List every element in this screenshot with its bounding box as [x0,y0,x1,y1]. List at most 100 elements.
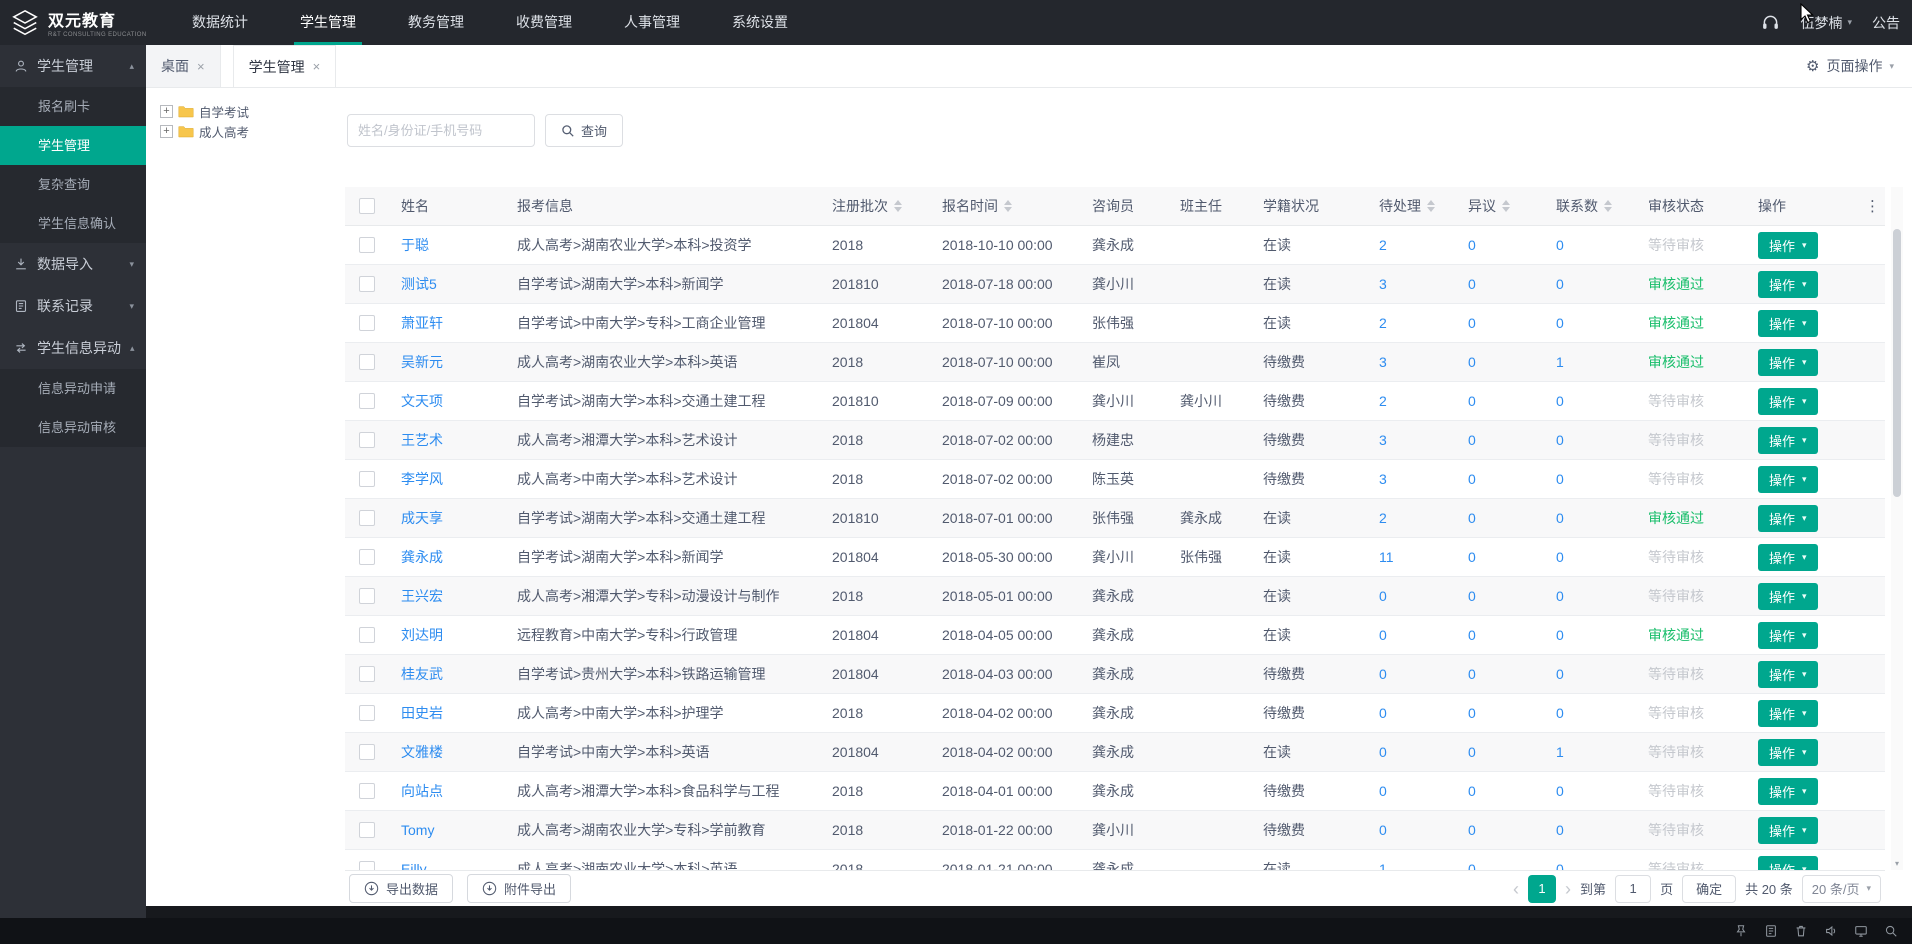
row-action-button[interactable]: 操作 ▾ [1758,700,1818,727]
pending-count-link[interactable]: 2 [1379,237,1387,253]
sidebar-item-enroll-swipe[interactable]: 报名刷卡 [0,87,146,126]
goto-page-input[interactable] [1615,875,1651,903]
dispute-count-link[interactable]: 0 [1468,276,1476,292]
row-checkbox[interactable] [359,783,375,799]
close-icon[interactable]: × [313,59,321,74]
column-header-register-batch[interactable]: 注册批次 [820,196,930,216]
export-data-button[interactable]: 导出数据 [349,874,453,903]
row-action-button[interactable]: 操作 ▾ [1758,466,1818,493]
scrollbar-down-icon[interactable]: ▾ [1891,859,1903,868]
dispute-count-link[interactable]: 0 [1468,783,1476,799]
dispute-count-link[interactable]: 0 [1468,510,1476,526]
row-action-button[interactable]: 操作 ▾ [1758,817,1818,844]
scrollbar-thumb[interactable] [1893,229,1901,497]
dispute-count-link[interactable]: 0 [1468,705,1476,721]
pending-count-link[interactable]: 0 [1379,705,1387,721]
student-name-link[interactable]: Tomy [401,822,434,838]
page-operations-button[interactable]: ⚙ 页面操作 ▾ [1788,45,1912,87]
row-checkbox[interactable] [359,666,375,682]
pending-count-link[interactable]: 2 [1379,393,1387,409]
page-number-current[interactable]: 1 [1528,875,1556,903]
row-checkbox[interactable] [359,471,375,487]
contact-count-link[interactable]: 0 [1556,393,1564,409]
notice-link[interactable]: 公告 [1872,13,1900,33]
row-checkbox[interactable] [359,393,375,409]
export-attachment-button[interactable]: 附件导出 [467,874,571,903]
sidebar-group-1[interactable]: 学生管理▴ [0,45,146,87]
row-checkbox[interactable] [359,510,375,526]
student-name-link[interactable]: 吴新元 [401,352,443,372]
contact-count-link[interactable]: 0 [1556,549,1564,565]
row-checkbox[interactable] [359,237,375,253]
contact-count-link[interactable]: 0 [1556,861,1564,870]
contact-count-link[interactable]: 0 [1556,276,1564,292]
column-header-contact-count[interactable]: 联系数 [1544,196,1636,216]
pending-count-link[interactable]: 2 [1379,315,1387,331]
row-action-button[interactable]: 操作 ▾ [1758,544,1818,571]
dispute-count-link[interactable]: 0 [1468,822,1476,838]
row-checkbox[interactable] [359,627,375,643]
pending-count-link[interactable]: 11 [1379,549,1394,565]
contact-count-link[interactable]: 0 [1556,627,1564,643]
column-header-signup-time[interactable]: 报名时间 [930,196,1080,216]
contact-count-link[interactable]: 1 [1556,744,1564,760]
row-action-button[interactable]: 操作 ▾ [1758,856,1818,871]
dispute-count-link[interactable]: 0 [1468,393,1476,409]
next-page-icon[interactable]: › [1565,880,1571,898]
contact-count-link[interactable]: 0 [1556,432,1564,448]
user-menu[interactable]: 伍梦楠 ▾ [1800,13,1852,33]
contact-count-link[interactable]: 0 [1556,237,1564,253]
column-header-pending[interactable]: 待处理 [1367,196,1456,216]
close-icon[interactable]: × [197,59,205,74]
sort-icon[interactable] [1604,200,1612,212]
contact-count-link[interactable]: 0 [1556,705,1564,721]
row-checkbox[interactable] [359,822,375,838]
dispute-count-link[interactable]: 0 [1468,237,1476,253]
student-name-link[interactable]: 刘达明 [401,625,443,645]
dispute-count-link[interactable]: 0 [1468,549,1476,565]
pending-count-link[interactable]: 0 [1379,666,1387,682]
pending-count-link[interactable]: 3 [1379,471,1387,487]
pending-count-link[interactable]: 0 [1379,588,1387,604]
pending-count-link[interactable]: 2 [1379,510,1387,526]
row-checkbox[interactable] [359,588,375,604]
expand-icon[interactable]: + [160,105,173,118]
nav-item-academic-management[interactable]: 教务管理 [382,0,490,45]
row-action-button[interactable]: 操作 ▾ [1758,349,1818,376]
student-name-link[interactable]: 王艺术 [401,430,443,450]
sidebar-item-student-management[interactable]: 学生管理 [0,126,146,165]
row-checkbox[interactable] [359,276,375,292]
student-name-link[interactable]: 文天项 [401,391,443,411]
sidebar-group-3[interactable]: 联系记录▾ [0,285,146,327]
contact-count-link[interactable]: 0 [1556,666,1564,682]
row-action-button[interactable]: 操作 ▾ [1758,622,1818,649]
row-action-button[interactable]: 操作 ▾ [1758,232,1818,259]
contact-count-link[interactable]: 0 [1556,588,1564,604]
contact-count-link[interactable]: 0 [1556,471,1564,487]
row-action-button[interactable]: 操作 ▾ [1758,778,1818,805]
search-input[interactable] [347,114,535,147]
tray-volume-icon[interactable] [1824,924,1838,938]
expand-icon[interactable]: + [160,125,173,138]
dispute-count-link[interactable]: 0 [1468,471,1476,487]
student-name-link[interactable]: 王兴宏 [401,586,443,606]
row-action-button[interactable]: 操作 ▾ [1758,505,1818,532]
dispute-count-link[interactable]: 0 [1468,627,1476,643]
dispute-count-link[interactable]: 0 [1468,861,1476,870]
row-action-button[interactable]: 操作 ▾ [1758,271,1818,298]
nav-item-fee-management[interactable]: 收费管理 [490,0,598,45]
confirm-page-button[interactable]: 确定 [1682,875,1736,903]
tray-display-icon[interactable] [1854,924,1868,938]
page-size-select[interactable]: 20 条/页 ▾ [1802,875,1881,903]
student-name-link[interactable]: 李学风 [401,469,443,489]
column-header-dispute[interactable]: 异议 [1456,196,1544,216]
pending-count-link[interactable]: 3 [1379,354,1387,370]
row-checkbox[interactable] [359,705,375,721]
sidebar-group-4[interactable]: 学生信息异动▴ [0,327,146,369]
more-columns-icon[interactable]: ⋮ [1865,197,1880,215]
pending-count-link[interactable]: 0 [1379,783,1387,799]
row-action-button[interactable]: 操作 ▾ [1758,388,1818,415]
tab-desktop[interactable]: 桌面 × [146,45,221,87]
tree-item-self-study-exam[interactable]: + 自学考试 [160,101,345,121]
sort-icon[interactable] [1502,200,1510,212]
